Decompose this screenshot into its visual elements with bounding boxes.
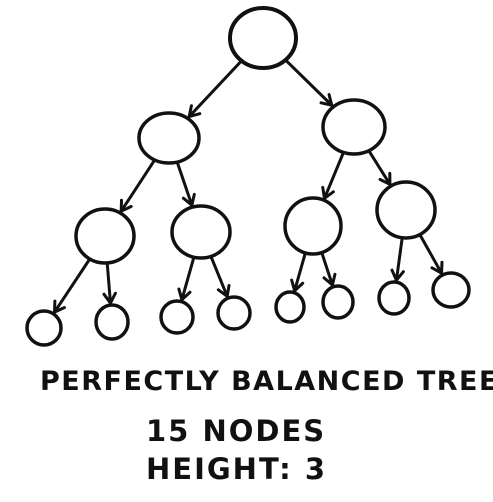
tree-node-root <box>228 6 298 70</box>
tree-edge-LL-LLR <box>102 260 117 305</box>
tree-node-LRR <box>216 295 252 331</box>
tree-node-LLL <box>25 309 63 347</box>
tree-edge-R-RR <box>366 148 392 186</box>
tree-node-RRR <box>431 271 471 309</box>
tree-edge-L-LR <box>175 159 196 207</box>
tree-edge-RR-RRL <box>390 234 405 282</box>
tree-node-RRL <box>377 280 411 316</box>
tree-node-LLR <box>94 303 130 341</box>
tree-node-RR <box>375 180 437 240</box>
nodes-layer <box>25 6 471 347</box>
tree-edge-RR-RRR <box>417 231 444 275</box>
tree-edge-root-R <box>282 57 334 107</box>
tree-edge-LR-LRR <box>208 253 231 298</box>
tree-node-RL <box>283 196 343 256</box>
tree-node-LRL <box>159 299 195 335</box>
caption-title: PERFECTLY BALANCED TREE <box>40 366 493 397</box>
tree-edge-R-RL <box>321 149 346 200</box>
caption-tree-height: HEIGHT: 3 <box>146 452 328 486</box>
caption-node-count: 15 NODES <box>146 414 327 448</box>
tree-edge-L-LL <box>119 157 157 213</box>
tree-node-RLL <box>274 290 306 324</box>
tree-node-LR <box>170 204 232 260</box>
tree-edge-LR-LRL <box>177 254 196 302</box>
tree-node-R <box>321 98 387 156</box>
tree-node-RLR <box>321 284 355 320</box>
tree-edge-LL-LLL <box>52 256 92 314</box>
edges-layer <box>52 57 444 314</box>
tree-node-LL <box>74 207 136 265</box>
tree-edge-RL-RLR <box>319 249 337 287</box>
tree-edge-root-L <box>187 58 245 119</box>
diagram-canvas: PERFECTLY BALANCED TREE 15 NODES HEIGHT:… <box>0 0 493 502</box>
tree-node-L <box>137 111 201 165</box>
tree-edge-RL-RLL <box>290 250 308 293</box>
